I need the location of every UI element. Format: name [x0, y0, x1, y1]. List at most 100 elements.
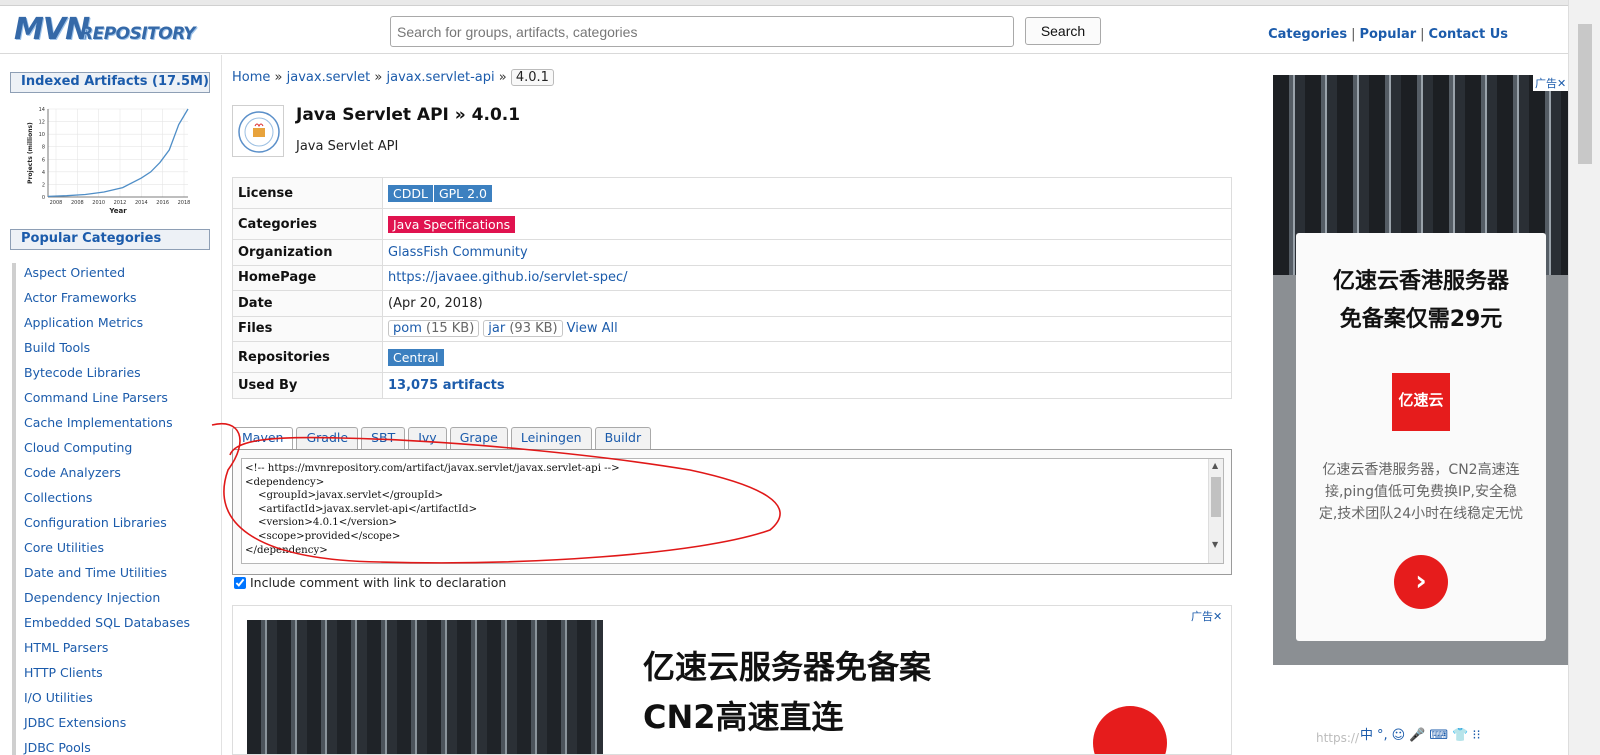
homepage-link[interactable]: https://javaee.github.io/servlet-spec/ [388, 270, 628, 285]
chart-xtick-label: 2012 [114, 200, 127, 206]
sidebar-category-item[interactable]: JDBC Extensions [12, 713, 217, 738]
organization-link[interactable]: GlassFish Community [388, 245, 528, 260]
ime-icon[interactable]: 👕 [1452, 728, 1468, 743]
sidebar-category-item[interactable]: HTTP Clients [12, 663, 217, 688]
chart-ylabel: Projects (millions) [27, 122, 34, 184]
file-jar-link[interactable]: jar (93 KB) [483, 320, 563, 338]
nav-popular[interactable]: Popular [1359, 27, 1416, 42]
used-by-key: Used By [232, 372, 383, 399]
sidebar-category-item[interactable]: Cloud Computing [12, 438, 217, 463]
ime-icon[interactable]: 中 [1360, 724, 1373, 743]
table-row: Date (Apr 20, 2018) [232, 290, 1232, 317]
ime-icon[interactable]: ⁝⁝ [1472, 728, 1480, 743]
repositories-key: Repositories [232, 341, 383, 373]
page-scroll-thumb[interactable] [1578, 24, 1592, 164]
nav-categories[interactable]: Categories [1268, 27, 1347, 42]
breadcrumb-sep: » [374, 70, 383, 85]
sidebar-category-item[interactable]: Core Utilities [12, 538, 217, 563]
nav-separator: | [1420, 27, 1425, 42]
sidebar-category-item[interactable]: Actor Frameworks [12, 288, 217, 313]
category-badge[interactable]: Java Specifications [388, 215, 516, 233]
nav-separator: | [1351, 27, 1356, 42]
scroll-thumb[interactable] [1211, 477, 1221, 517]
tab-gradle[interactable]: Gradle [296, 427, 359, 449]
sidebar-category-item[interactable]: Date and Time Utilities [12, 563, 217, 588]
include-comment-checkbox[interactable] [234, 577, 246, 589]
tab-maven[interactable]: Maven [232, 427, 294, 449]
right-ad[interactable]: 广告✕ 亿速云香港服务器 免备案仅需29元 亿速云 亿速云香港服务器，CN2高速… [1273, 75, 1569, 665]
search-button[interactable]: Search [1025, 17, 1101, 45]
ime-icon[interactable]: ☺ [1392, 728, 1406, 743]
categories-key: Categories [232, 208, 383, 240]
breadcrumb-home[interactable]: Home [232, 70, 270, 85]
logo-sub: REPOSITORY [80, 24, 196, 44]
sidebar-category-item[interactable]: HTML Parsers [12, 638, 217, 663]
scroll-down-icon[interactable]: ▼ [1212, 540, 1218, 549]
tab-grape[interactable]: Grape [449, 427, 508, 449]
sidebar-category-item[interactable]: JDBC Pools [12, 738, 217, 755]
indexed-artifacts-title[interactable]: Indexed Artifacts (17.5M) [10, 72, 210, 93]
date-key: Date [232, 290, 383, 317]
license-gpl[interactable]: GPL 2.0 [433, 184, 492, 202]
file-pom-size: (15 KB) [426, 321, 475, 337]
build-tool-tabs: Maven Gradle SBT Ivy Grape Leiningen Buildr [232, 427, 654, 449]
page-scrollbar[interactable] [1568, 0, 1600, 755]
homepage-value: https://javaee.github.io/servlet-spec/ [382, 264, 1232, 291]
mvn-logo[interactable]: MVN REPOSITORY [14, 12, 206, 50]
chart-ytick-label: 10 [39, 132, 45, 138]
used-by-link[interactable]: 13,075 artifacts [388, 378, 505, 393]
sidebar-category-item[interactable]: Aspect Oriented [12, 263, 217, 288]
sidebar-category-item[interactable]: Build Tools [12, 338, 217, 363]
tab-sbt[interactable]: SBT [361, 427, 406, 449]
dependency-code: <!-- https://mvnrepository.com/artifact/… [245, 463, 620, 556]
main-content: Home » javax.servlet » javax.servlet-api… [232, 55, 1232, 755]
ad-title-2: 免备案仅需29元 [1339, 307, 1503, 332]
tab-leiningen[interactable]: Leiningen [510, 427, 592, 449]
table-row: Used By 13,075 artifacts [232, 372, 1232, 399]
include-comment-option[interactable]: Include comment with link to declaration [232, 575, 506, 590]
dependency-snippet[interactable]: <!-- https://mvnrepository.com/artifact/… [241, 458, 1224, 564]
view-all-link[interactable]: View All [567, 321, 618, 336]
site-header: MVN REPOSITORY Search Categories|Popular… [0, 6, 1568, 54]
repository-central[interactable]: Central [388, 348, 444, 366]
growth-chart: 0 2 4 6 8 10 12 14 2008 2008 2010 2012 2014 2016 2018 Y… [27, 107, 190, 215]
sidebar-category-item[interactable]: I/O Utilities [12, 688, 217, 713]
ime-icon[interactable]: 🎤 [1409, 728, 1425, 743]
sidebar-category-item[interactable]: Configuration Libraries [12, 513, 217, 538]
ad-arrow-button[interactable]: › [1394, 555, 1448, 609]
breadcrumb-version: 4.0.1 [510, 69, 554, 86]
sidebar-category-item[interactable]: Code Analyzers [12, 463, 217, 488]
sidebar-category-item[interactable]: Command Line Parsers [12, 388, 217, 413]
ime-toolbar: 中 °, ☺ 🎤 ⌨ 👕 ⁝⁝ [1360, 724, 1485, 746]
tab-buildr[interactable]: Buildr [594, 427, 652, 449]
ad-close-tag[interactable]: 广告✕ [1191, 608, 1222, 624]
breadcrumb-group[interactable]: javax.servlet [287, 70, 371, 85]
search-input[interactable] [390, 16, 1014, 47]
breadcrumb-sep: » [498, 70, 507, 85]
sidebar-category-item[interactable]: Dependency Injection [12, 588, 217, 613]
license-key: License [232, 177, 383, 209]
file-jar-label: jar [488, 321, 506, 337]
ime-icon[interactable]: °, [1377, 728, 1388, 743]
files-key: Files [232, 315, 383, 342]
chart-xtick-label: 2014 [135, 200, 148, 206]
sidebar-category-item[interactable]: Collections [12, 488, 217, 513]
license-cddl[interactable]: CDDL [388, 184, 433, 202]
file-pom-link[interactable]: pom (15 KB) [388, 320, 480, 338]
ad-close-tag[interactable]: 广告✕ [1533, 75, 1569, 91]
files-value: pom (15 KB) jar (93 KB) View All [382, 315, 1232, 342]
bottom-ad[interactable]: 亿速云服务器免备案 CN2高速直连 广告✕ [232, 605, 1232, 755]
snippet-scrollbar[interactable]: ▲ ▼ [1208, 459, 1223, 563]
ime-icon[interactable]: ⌨ [1429, 728, 1448, 743]
tab-ivy[interactable]: Ivy [408, 427, 447, 449]
breadcrumb-artifact[interactable]: javax.servlet-api [386, 70, 494, 85]
sidebar-category-item[interactable]: Application Metrics [12, 313, 217, 338]
breadcrumb: Home » javax.servlet » javax.servlet-api… [232, 69, 554, 86]
ad-go-button[interactable] [1093, 706, 1167, 754]
sidebar-category-item[interactable]: Cache Implementations [12, 413, 217, 438]
nav-contact-us[interactable]: Contact Us [1429, 27, 1508, 42]
scroll-up-icon[interactable]: ▲ [1212, 461, 1218, 470]
sidebar-category-item[interactable]: Embedded SQL Databases [12, 613, 217, 638]
table-row: Repositories Central [232, 341, 1232, 373]
sidebar-category-item[interactable]: Bytecode Libraries [12, 363, 217, 388]
